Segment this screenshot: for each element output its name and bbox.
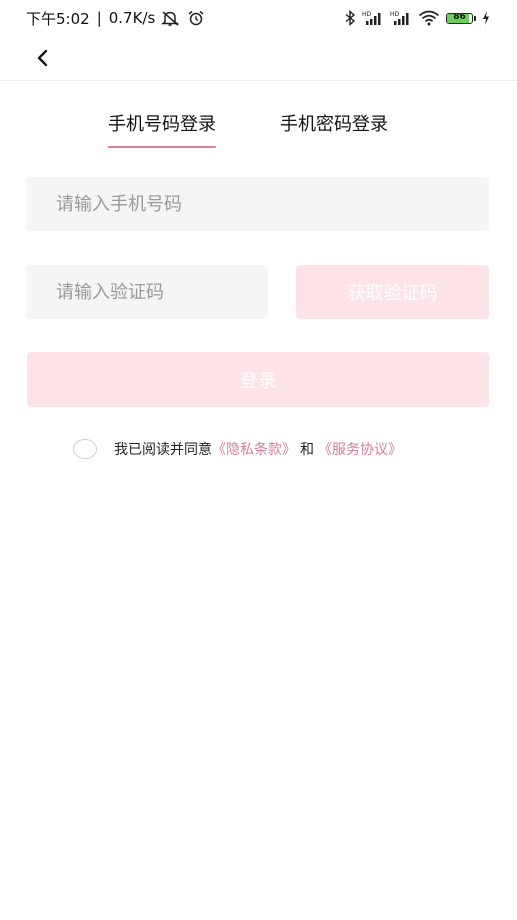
code-field [27,265,268,319]
status-left: 下午5:02 | 0.7K/s [26,8,205,29]
chevron-left-icon [37,49,48,67]
tab-phone-code-login[interactable]: 手机号码登录 [108,110,216,148]
bluetooth-icon [344,10,356,26]
status-separator: | [96,9,102,27]
signal-icon: HD [390,10,412,26]
status-time: 下午5:02 [26,9,90,28]
back-button[interactable] [30,46,54,70]
battery-icon: 86 [446,12,476,24]
phone-input[interactable] [27,177,489,231]
phone-field [27,177,489,231]
network-speed: 0.7K/s [108,9,156,27]
privacy-link[interactable]: 《隐私条款》 [212,439,296,459]
mute-icon [161,10,181,26]
service-link[interactable]: 《服务协议》 [318,439,402,459]
wifi-icon [418,10,440,26]
charging-icon [482,11,490,25]
signal-icon: HD [362,10,384,26]
battery-body: 86 [446,12,473,24]
get-code-button[interactable]: 获取验证码 [296,265,489,319]
agreement-prefix: 我已阅读并同意 [114,442,212,458]
agreement-conjunction: 和 [300,442,314,458]
battery-cap [474,15,476,21]
svg-text:HD: HD [390,11,400,18]
alarm-icon [187,10,205,26]
code-input[interactable] [27,265,268,319]
agree-checkbox[interactable] [73,439,97,459]
status-bar: 下午5:02 | 0.7K/s HD HD 86 [0,0,517,36]
login-button[interactable]: 登录 [27,352,489,407]
status-right: HD HD 86 [344,10,490,26]
agreement-row: 我已阅读并同意 《隐私条款》 和 《服务协议》 [73,438,402,460]
battery-level: 86 [453,12,466,22]
login-tabs: 手机号码登录 手机密码登录 [0,110,517,150]
nav-bar [0,36,517,81]
tab-phone-password-login[interactable]: 手机密码登录 [280,110,388,136]
svg-text:HD: HD [362,11,372,18]
